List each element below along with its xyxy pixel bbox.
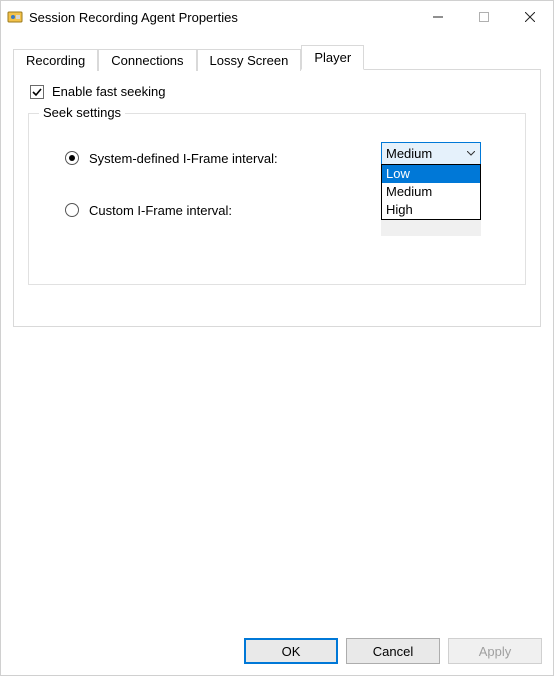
interval-option-high[interactable]: High [382, 201, 480, 219]
interval-option-low[interactable]: Low [382, 165, 480, 183]
tab-strip: Recording Connections Lossy Screen Playe… [13, 43, 541, 69]
interval-level-combo-wrap: Medium Low Medium High [381, 142, 481, 165]
minimize-button[interactable] [415, 1, 461, 33]
interval-level-dropdown-list: Low Medium High [381, 164, 481, 220]
interval-option-medium[interactable]: Medium [382, 183, 480, 201]
dialog-window: Session Recording Agent Properties Recor… [0, 0, 554, 676]
tab-connections[interactable]: Connections [98, 49, 196, 71]
window-title: Session Recording Agent Properties [29, 10, 238, 25]
enable-fast-seeking-row: Enable fast seeking [28, 84, 526, 99]
radio-custom-interval[interactable] [65, 203, 79, 217]
tab-lossy-screen[interactable]: Lossy Screen [197, 49, 302, 71]
tab-recording[interactable]: Recording [13, 49, 98, 71]
maximize-button[interactable] [461, 1, 507, 33]
interval-level-combo[interactable]: Medium [381, 142, 481, 165]
enable-fast-seeking-checkbox[interactable] [30, 85, 44, 99]
radio-system-defined[interactable] [65, 151, 79, 165]
radio-system-label: System-defined I-Frame interval: [89, 151, 278, 166]
chevron-down-icon [462, 143, 480, 164]
radio-dot [69, 155, 75, 161]
seek-settings-legend: Seek settings [39, 105, 125, 120]
tab-panel-player: Enable fast seeking Seek settings System… [13, 69, 541, 327]
apply-button: Apply [448, 638, 542, 664]
client-area: Recording Connections Lossy Screen Playe… [1, 33, 553, 675]
dialog-button-row: OK Cancel Apply [244, 638, 542, 664]
ok-button[interactable]: OK [244, 638, 338, 664]
interval-level-value: Medium [382, 144, 462, 164]
panel-inner: Enable fast seeking Seek settings System… [14, 70, 540, 301]
seek-settings-fieldset: Seek settings System-defined I-Frame int… [28, 113, 526, 285]
app-icon [7, 9, 23, 25]
cancel-button[interactable]: Cancel [346, 638, 440, 664]
combo-shadow-strip [381, 218, 481, 236]
tab-player[interactable]: Player [301, 45, 364, 70]
radio-custom-label: Custom I-Frame interval: [89, 203, 232, 218]
enable-fast-seeking-label: Enable fast seeking [52, 84, 165, 99]
close-button[interactable] [507, 1, 553, 33]
title-bar: Session Recording Agent Properties [1, 1, 553, 33]
